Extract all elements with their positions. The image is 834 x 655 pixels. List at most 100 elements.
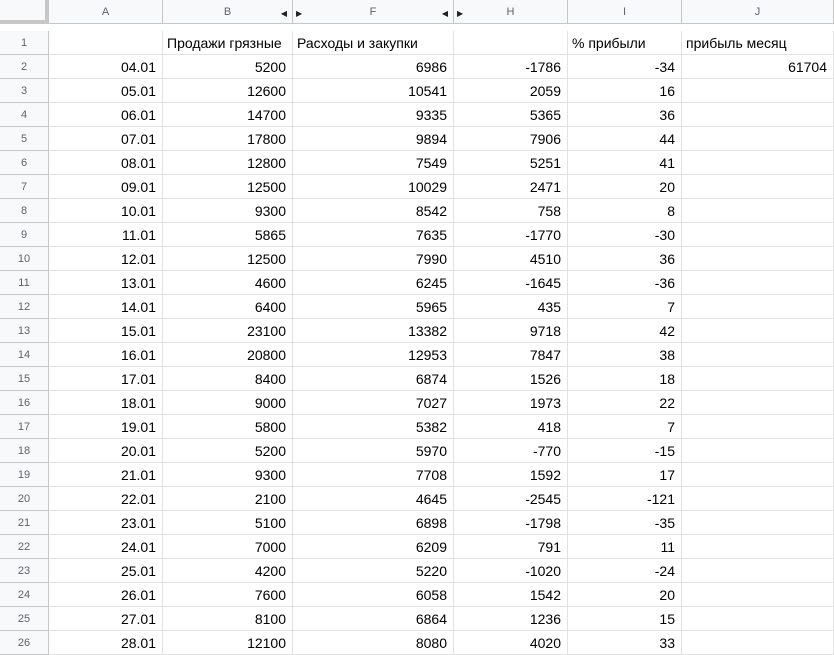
cell-j[interactable] — [682, 223, 834, 247]
cell-a[interactable]: 11.01 — [49, 223, 163, 247]
cell-b[interactable]: 9300 — [163, 199, 293, 223]
cell-j[interactable] — [682, 151, 834, 175]
cell-j[interactable] — [682, 367, 834, 391]
row-number[interactable]: 3 — [0, 79, 49, 103]
cell-h[interactable]: 5365 — [454, 103, 568, 127]
cell-a[interactable]: 13.01 — [49, 271, 163, 295]
cell-f[interactable]: 10029 — [293, 175, 454, 199]
cell-b[interactable]: 12100 — [163, 631, 293, 655]
cell-b[interactable]: 5800 — [163, 415, 293, 439]
cell-h[interactable]: -1798 — [454, 511, 568, 535]
cell-h[interactable]: 5251 — [454, 151, 568, 175]
cell-i[interactable]: -34 — [568, 55, 682, 79]
cell-f[interactable]: 7635 — [293, 223, 454, 247]
cell-f[interactable]: 6986 — [293, 55, 454, 79]
cell-h[interactable]: 1236 — [454, 607, 568, 631]
row-number[interactable]: 13 — [0, 319, 49, 343]
cell-h[interactable]: -1020 — [454, 559, 568, 583]
cell-h[interactable]: 758 — [454, 199, 568, 223]
row-number[interactable]: 26 — [0, 631, 49, 655]
cell-b[interactable]: 5100 — [163, 511, 293, 535]
cell-i[interactable]: 7 — [568, 295, 682, 319]
row-number[interactable]: 20 — [0, 487, 49, 511]
cell-f[interactable]: 5965 — [293, 295, 454, 319]
cell-j[interactable] — [682, 79, 834, 103]
cell-j[interactable] — [682, 319, 834, 343]
cell-j[interactable]: 61704 — [682, 55, 834, 79]
cell-h[interactable]: 435 — [454, 295, 568, 319]
row-number[interactable]: 23 — [0, 559, 49, 583]
cell-i[interactable]: -15 — [568, 439, 682, 463]
cell-a[interactable]: 09.01 — [49, 175, 163, 199]
cell-i[interactable]: -35 — [568, 511, 682, 535]
column-header-i[interactable]: I — [568, 0, 682, 24]
row-number[interactable]: 19 — [0, 463, 49, 487]
row-number[interactable]: 18 — [0, 439, 49, 463]
cell-i[interactable]: 20 — [568, 583, 682, 607]
cell-b[interactable]: 17800 — [163, 127, 293, 151]
cell-i[interactable]: 18 — [568, 367, 682, 391]
cell-h[interactable]: 1592 — [454, 463, 568, 487]
cell-a[interactable]: 10.01 — [49, 199, 163, 223]
row-number[interactable]: 1 — [0, 31, 49, 55]
column-header-h[interactable]: ▶ H — [454, 0, 568, 24]
cell-b[interactable]: 23100 — [163, 319, 293, 343]
hidden-columns-left-arrow-icon[interactable]: ◀ — [442, 0, 448, 23]
row-number[interactable]: 7 — [0, 175, 49, 199]
cell-f[interactable]: 4645 — [293, 487, 454, 511]
row-number[interactable]: 6 — [0, 151, 49, 175]
cell-b[interactable]: 12500 — [163, 175, 293, 199]
cell-a[interactable]: 19.01 — [49, 415, 163, 439]
cell-a[interactable]: 23.01 — [49, 511, 163, 535]
cell-a[interactable]: 04.01 — [49, 55, 163, 79]
cell-i[interactable]: 36 — [568, 247, 682, 271]
cell-f[interactable]: 7990 — [293, 247, 454, 271]
cell-a[interactable]: 16.01 — [49, 343, 163, 367]
cell-a[interactable]: 22.01 — [49, 487, 163, 511]
cell-h[interactable]: 9718 — [454, 319, 568, 343]
cell-j[interactable] — [682, 439, 834, 463]
cell-h[interactable]: 2059 — [454, 79, 568, 103]
cell-i[interactable]: 7 — [568, 415, 682, 439]
cell-f[interactable]: 7027 — [293, 391, 454, 415]
cell-a[interactable]: 12.01 — [49, 247, 163, 271]
cell-b[interactable]: 6400 — [163, 295, 293, 319]
hidden-columns-right-arrow-icon[interactable]: ▶ — [457, 0, 463, 23]
cell-h[interactable]: 4020 — [454, 631, 568, 655]
cell-a[interactable] — [49, 31, 163, 55]
row-number[interactable]: 16 — [0, 391, 49, 415]
cell-a[interactable]: 18.01 — [49, 391, 163, 415]
row-number[interactable]: 22 — [0, 535, 49, 559]
row-number[interactable]: 8 — [0, 199, 49, 223]
cell-a[interactable]: 26.01 — [49, 583, 163, 607]
cell-b[interactable]: 8400 — [163, 367, 293, 391]
cell-j[interactable] — [682, 271, 834, 295]
cell-f[interactable]: 9335 — [293, 103, 454, 127]
cell-h[interactable]: 7906 — [454, 127, 568, 151]
cell-b[interactable]: 12800 — [163, 151, 293, 175]
cell-f[interactable]: 6209 — [293, 535, 454, 559]
cell-h[interactable]: 1973 — [454, 391, 568, 415]
cell-a[interactable]: 27.01 — [49, 607, 163, 631]
cell-i[interactable]: 11 — [568, 535, 682, 559]
row-number[interactable]: 2 — [0, 55, 49, 79]
cell-i[interactable]: 16 — [568, 79, 682, 103]
cell-j[interactable] — [682, 415, 834, 439]
cell-f[interactable]: 8080 — [293, 631, 454, 655]
cell-j[interactable] — [682, 391, 834, 415]
cell-j-header[interactable]: прибыль месяц — [682, 31, 834, 55]
cell-i[interactable]: 33 — [568, 631, 682, 655]
cell-a[interactable]: 14.01 — [49, 295, 163, 319]
cell-f-header[interactable]: Расходы и закупки — [293, 31, 454, 55]
row-number[interactable]: 25 — [0, 607, 49, 631]
cell-j[interactable] — [682, 247, 834, 271]
cell-f[interactable]: 5970 — [293, 439, 454, 463]
row-number[interactable]: 12 — [0, 295, 49, 319]
cell-i[interactable]: 8 — [568, 199, 682, 223]
cell-i[interactable]: -121 — [568, 487, 682, 511]
cell-a[interactable]: 17.01 — [49, 367, 163, 391]
cell-h[interactable]: 4510 — [454, 247, 568, 271]
cell-h[interactable]: -1645 — [454, 271, 568, 295]
cell-h[interactable]: -1770 — [454, 223, 568, 247]
cell-f[interactable]: 5382 — [293, 415, 454, 439]
